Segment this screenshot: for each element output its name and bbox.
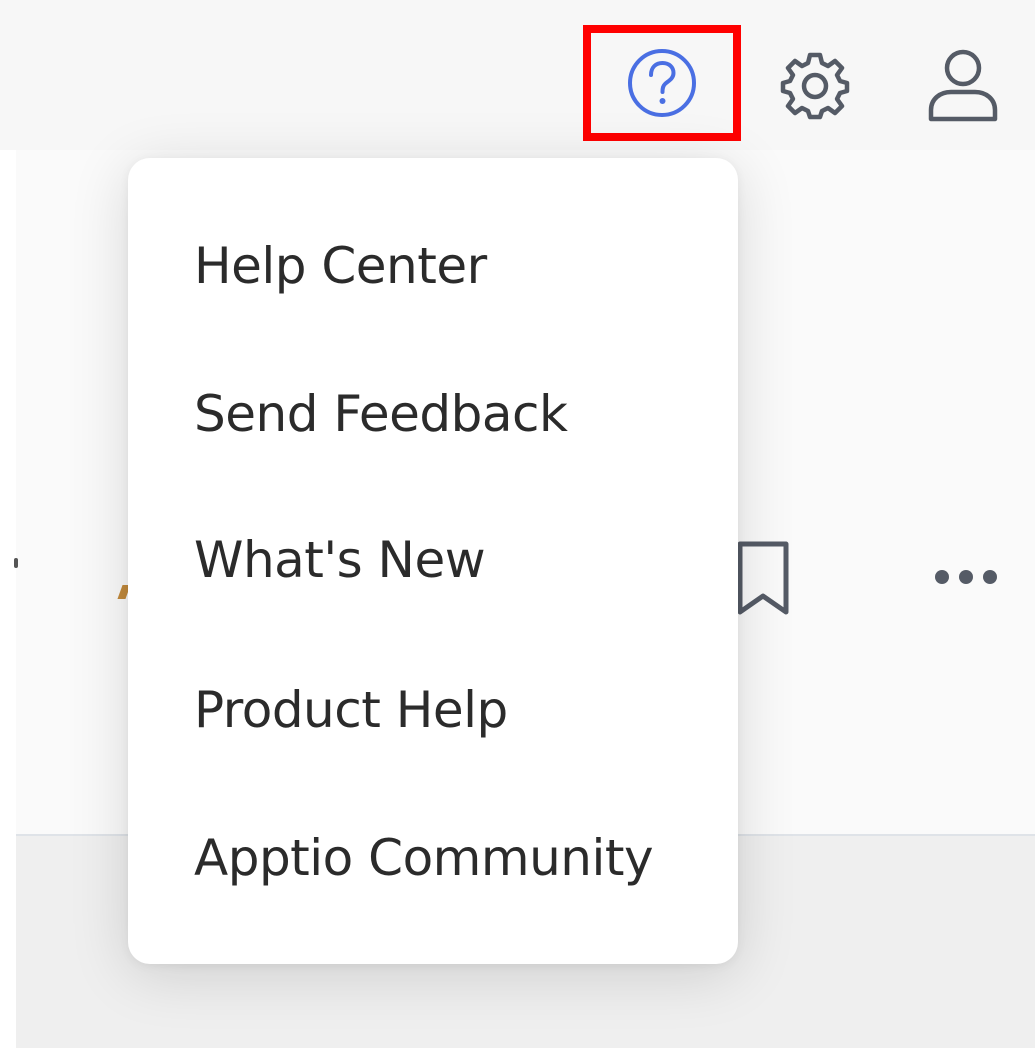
help-button[interactable] [583, 25, 741, 141]
settings-button[interactable] [770, 45, 860, 125]
partial-text-mark [14, 558, 18, 568]
top-header [0, 0, 1035, 150]
menu-item-product-help[interactable]: Product Help [128, 660, 738, 760]
bookmark-icon [737, 541, 789, 615]
more-horizontal-icon [935, 570, 997, 584]
question-circle-icon [628, 49, 696, 117]
menu-item-help-center[interactable]: Help Center [128, 216, 738, 316]
bookmark-button[interactable] [730, 540, 796, 618]
gear-icon [780, 52, 850, 120]
more-options-button[interactable] [925, 560, 1007, 594]
menu-item-apptio-community[interactable]: Apptio Community [128, 808, 738, 908]
menu-item-send-feedback[interactable]: Send Feedback [128, 364, 738, 464]
user-icon [928, 49, 998, 122]
user-profile-button[interactable] [920, 45, 1006, 125]
left-edge [0, 150, 16, 1048]
help-menu: Help Center Send Feedback What's New Pro… [128, 158, 738, 964]
menu-item-whats-new[interactable]: What's New [128, 510, 738, 610]
